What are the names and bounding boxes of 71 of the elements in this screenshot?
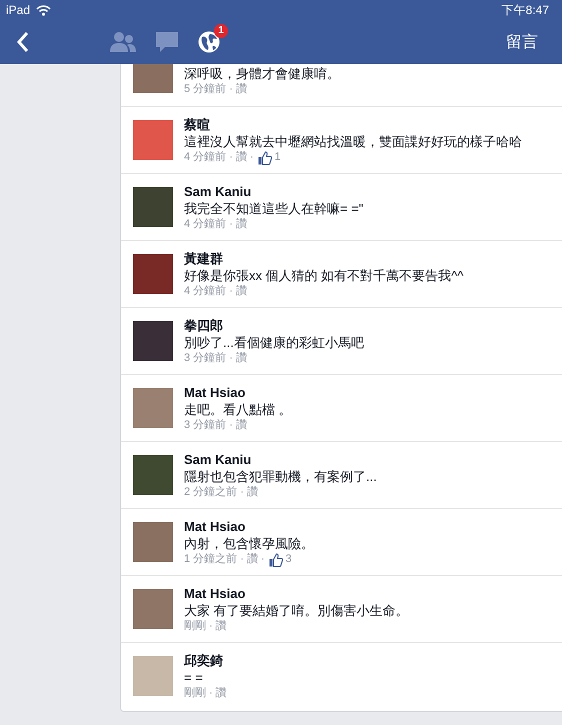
comment-text: 隱射也包含犯罪動機，有案例了... bbox=[184, 468, 377, 485]
comment-text: 好像是你張xx 個人猜的 如有不對千萬不要告我^^ bbox=[184, 267, 464, 284]
commenter-name: Mat Hsiao bbox=[184, 519, 246, 535]
like-link[interactable]: 讚 bbox=[236, 351, 247, 366]
separator-dot: · bbox=[240, 552, 244, 567]
commenter-name: 拳四郎 bbox=[184, 318, 224, 334]
wifi-icon bbox=[36, 4, 52, 16]
commenter-name: Sam Kaniu bbox=[184, 184, 252, 200]
comment-time: 4 分鐘前 bbox=[184, 150, 226, 165]
comment-button[interactable]: 留言 bbox=[492, 28, 552, 56]
separator-dot: · bbox=[240, 485, 244, 500]
like-link[interactable]: 讚 bbox=[236, 284, 247, 299]
comment-text: 我完全不知道這些人在幹嘛= =" bbox=[184, 200, 364, 217]
separator-dot: · bbox=[250, 150, 254, 165]
avatar-photo-placeholder bbox=[133, 64, 173, 93]
commenter-name: Mat Hsiao bbox=[184, 385, 246, 401]
like-link[interactable]: 讚 bbox=[236, 418, 247, 433]
separator-dot: · bbox=[229, 284, 233, 299]
separator-dot: · bbox=[209, 686, 213, 701]
comment-time: 2 分鐘之前 bbox=[184, 485, 238, 500]
avatar-photo-placeholder bbox=[133, 187, 173, 227]
comment-time: 1 分鐘之前 bbox=[184, 552, 238, 567]
comment-time: 剛剛 bbox=[184, 686, 206, 701]
separator-dot: · bbox=[229, 217, 233, 232]
comment-time: 4 分鐘前 bbox=[184, 217, 226, 232]
thumbs-up-icon bbox=[258, 150, 272, 164]
comment-time: 剛剛 bbox=[184, 619, 206, 634]
avatar-photo-placeholder bbox=[133, 656, 173, 696]
like-link[interactable]: 讚 bbox=[216, 686, 227, 701]
comment-time: 5 分鐘前 bbox=[184, 82, 226, 97]
like-link[interactable]: 讚 bbox=[246, 485, 258, 500]
avatar-photo-placeholder bbox=[133, 321, 173, 361]
comment-text: 大家 有了要結婚了唷。別傷害小生命。 bbox=[184, 602, 409, 619]
like-link[interactable]: 讚 bbox=[236, 150, 247, 165]
thumbs-up-icon bbox=[268, 552, 283, 566]
commenter-name: Mat Hsiao bbox=[184, 586, 246, 602]
status-time: 下午8:47 bbox=[502, 2, 549, 18]
separator-dot: · bbox=[229, 82, 233, 97]
like-link[interactable]: 讚 bbox=[236, 82, 247, 97]
avatar-photo-placeholder bbox=[133, 455, 173, 495]
commenter-name: 蔡暄 bbox=[184, 117, 211, 133]
comment-text: 深呼吸，身體才會健康唷。 bbox=[184, 65, 340, 82]
like-link[interactable]: 讚 bbox=[216, 619, 227, 634]
like-link[interactable]: 讚 bbox=[246, 552, 258, 567]
like-link[interactable]: 讚 bbox=[236, 217, 247, 232]
comment-text: = = bbox=[184, 669, 204, 686]
avatar-photo-placeholder bbox=[133, 522, 173, 562]
separator-dot: · bbox=[229, 418, 233, 433]
commenter-name: 黃建群 bbox=[184, 251, 224, 267]
like-count: 3 bbox=[286, 552, 292, 567]
device-name: iPad bbox=[6, 3, 30, 17]
separator-dot: · bbox=[209, 619, 213, 634]
comment-time: 3 分鐘前 bbox=[184, 351, 226, 366]
comment-text: 這裡沒人幫就去中壢網站找溫暖，雙面諜好好玩的樣子哈哈 bbox=[184, 133, 522, 150]
commenter-name: Sam Kaniu bbox=[184, 452, 252, 468]
like-count: 1 bbox=[274, 150, 281, 165]
avatar-photo-placeholder bbox=[133, 254, 173, 294]
comment-text: 內射，包含懷孕風險。 bbox=[184, 535, 314, 552]
comment-text: 別吵了...看個健康的彩虹小馬吧 bbox=[184, 334, 364, 351]
comment-time: 3 分鐘前 bbox=[184, 418, 226, 433]
separator-dot: · bbox=[229, 150, 233, 165]
globe-icon[interactable] bbox=[198, 31, 220, 53]
avatar-photo-placeholder bbox=[133, 388, 173, 428]
separator-dot: · bbox=[229, 351, 233, 366]
comment-time: 4 分鐘前 bbox=[184, 284, 226, 299]
comment-text: 走吧。看八點檔 。 bbox=[184, 401, 292, 418]
notification-badge: 1 bbox=[214, 24, 228, 38]
separator-dot: · bbox=[260, 552, 265, 567]
avatar-photo-placeholder bbox=[133, 589, 173, 629]
avatar-photo-placeholder bbox=[133, 120, 173, 160]
commenter-name: 邱奕錡 bbox=[184, 653, 224, 669]
